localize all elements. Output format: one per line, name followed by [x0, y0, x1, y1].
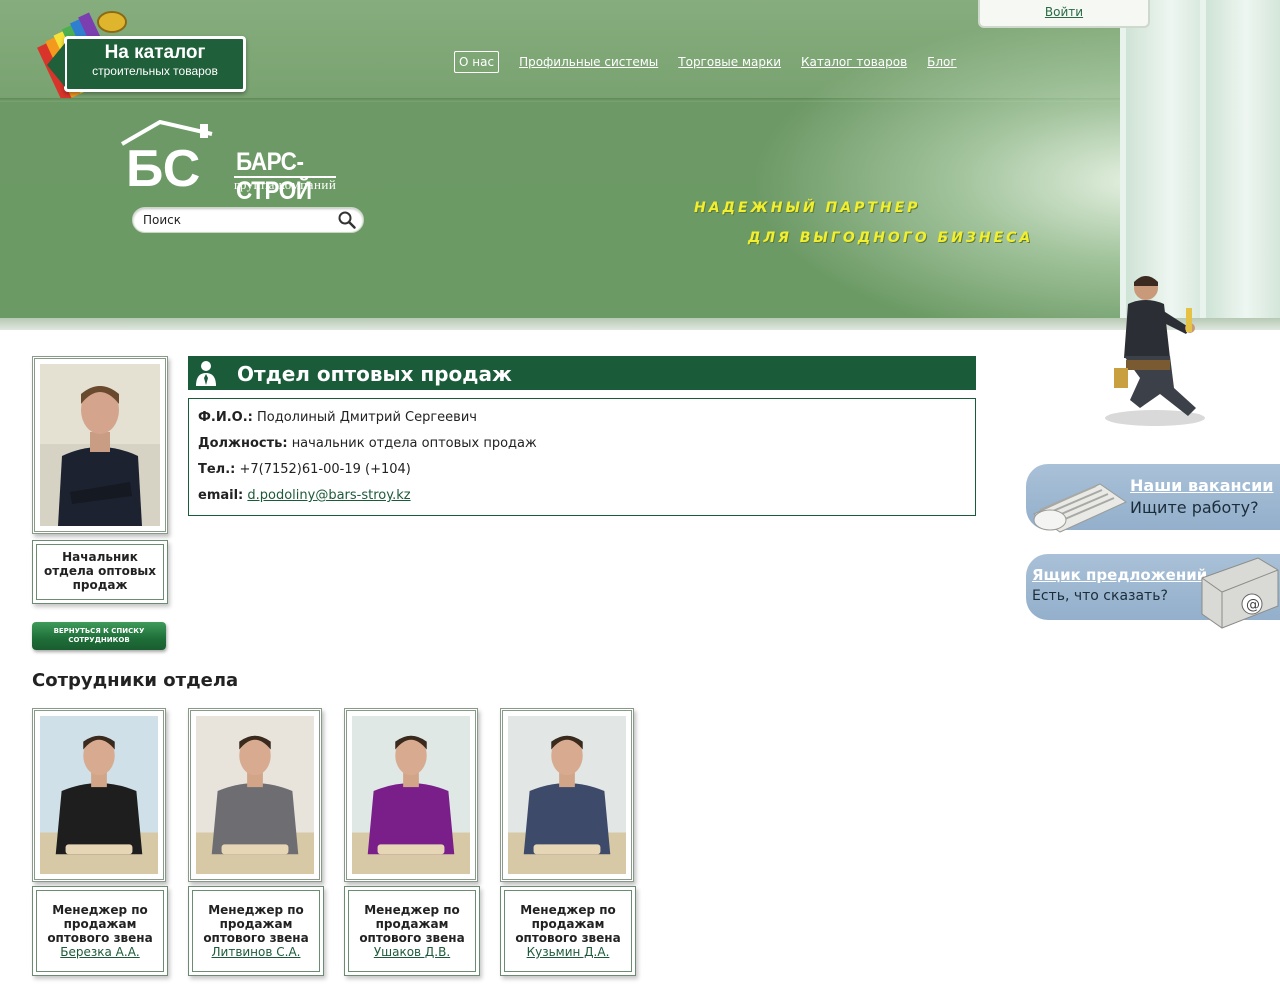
catalog-sign-subtitle: строительных товаров [92, 64, 218, 78]
search-box [132, 207, 364, 233]
staff-name-link[interactable]: Березка А.А. [39, 945, 161, 959]
info-label-position: Должность: [198, 436, 288, 451]
svg-text:@: @ [1246, 597, 1260, 613]
head-photo-frame [32, 356, 168, 534]
suggestions-desc: Есть, что сказать? [1032, 588, 1168, 604]
info-row-position: Должность: начальник отдела оптовых прод… [198, 435, 537, 453]
info-email-link[interactable]: d.podoliny@bars-stroy.kz [247, 488, 410, 503]
search-input[interactable] [143, 211, 333, 228]
staff-photo [508, 716, 626, 874]
staff-caption: Менеджер по продажам оптового звена Ушако… [344, 886, 480, 976]
vacancies-desc: Ищите работу? [1130, 498, 1259, 517]
search-icon[interactable] [337, 210, 357, 230]
department-title: Отдел оптовых продаж [237, 362, 512, 386]
staff-photo-frame[interactable] [32, 708, 166, 882]
suggestions-link[interactable]: Ящик предложений [1032, 566, 1207, 584]
staff-photo [196, 716, 314, 874]
head-position-text: Начальник отдела оптовых продаж [43, 550, 156, 592]
info-value-phone: +7(7152)61-00-19 (+104) [239, 462, 411, 477]
staff-name-link[interactable]: Кузьмин Д.А. [507, 945, 629, 959]
head-photo [40, 364, 160, 526]
staff-name-link[interactable]: Литвинов С.А. [195, 945, 317, 959]
nav-item-brands[interactable]: Торговые марки [678, 55, 781, 69]
staff-role: Менеджер по продажам оптового звена [47, 903, 153, 945]
portrait-image [40, 364, 160, 526]
back-to-staff-list-button[interactable]: вернуться к списку сотрудников [32, 622, 166, 650]
staff-portrait-image [352, 716, 470, 874]
logo-company-subtitle: группа компаний [234, 176, 337, 192]
staff-portrait-image [40, 716, 158, 874]
newspaper-icon [1032, 483, 1128, 533]
staff-caption: Менеджер по продажам оптового звена Кузьм… [500, 886, 636, 976]
staff-caption: Менеджер по продажам оптового звена Берез… [32, 886, 168, 976]
info-label-phone: Тел.: [198, 462, 236, 477]
employee-info-box: Ф.И.О.: Подолиный Дмитрий Сергеевич Долж… [188, 398, 976, 516]
company-logo[interactable]: БС БАРС-СТРОЙ группа компаний [120, 120, 370, 205]
site-header: На каталог строительных товаров Войти О … [0, 0, 1280, 330]
arrow-left-icon [47, 43, 65, 87]
worker-illustration [1105, 276, 1205, 426]
info-row-phone: Тел.: +7(7152)61-00-19 (+104) [198, 461, 411, 479]
person-tie-icon [196, 361, 216, 386]
staff-portrait-image [508, 716, 626, 874]
window-right [1200, 0, 1280, 330]
info-label-name: Ф.И.О.: [198, 410, 253, 425]
info-value-name: Подолиный Дмитрий Сергеевич [256, 410, 477, 425]
catalog-sign-title: На каталог [104, 42, 206, 63]
staff-photo-frame[interactable] [188, 708, 322, 882]
slogan-line-2: для выгодного бизнеса [748, 230, 1034, 246]
top-navigation: О нас Профильные системы Торговые марки … [454, 48, 957, 76]
staff-name-link[interactable]: Ушаков Д.В. [351, 945, 473, 959]
staff-photo-frame[interactable] [500, 708, 634, 882]
staff-portrait-image [196, 716, 314, 874]
vacancies-card[interactable]: Наши вакансии Ищите работу? [1026, 464, 1280, 533]
slogan-line-1: надежный партнер [694, 200, 921, 216]
logo-monogram: БС [126, 140, 200, 192]
staff-photo [40, 716, 158, 874]
info-row-name: Ф.И.О.: Подолиный Дмитрий Сергеевич [198, 409, 477, 427]
nav-item-blog[interactable]: Блог [927, 55, 957, 69]
staff-caption: Менеджер по продажам оптового звена Литви… [188, 886, 324, 976]
staff-photo [352, 716, 470, 874]
info-label-email: email: [198, 488, 244, 503]
staff-heading: Сотрудники отдела [32, 670, 239, 691]
info-row-email: email: d.podoliny@bars-stroy.kz [198, 487, 411, 505]
staff-role: Менеджер по продажам оптового звена [359, 903, 465, 945]
nav-item-profile-systems[interactable]: Профильные системы [519, 55, 658, 69]
catalog-link-sign[interactable]: На каталог строительных товаров [47, 36, 246, 92]
department-title-bar: Отдел оптовых продаж [188, 356, 976, 390]
vacancies-link[interactable]: Наши вакансии [1130, 476, 1274, 495]
suggestions-card[interactable]: Ящик предложений Есть, что сказать? @ [1026, 554, 1280, 629]
nav-item-catalog[interactable]: Каталог товаров [801, 55, 907, 69]
floor-line [0, 318, 1280, 330]
staff-role: Менеджер по продажам оптового звена [515, 903, 621, 945]
nav-item-about[interactable]: О нас [454, 51, 500, 73]
login-link[interactable]: Войти [1045, 5, 1083, 19]
mailbox-icon: @ [1201, 557, 1279, 629]
login-tab: Войти [978, 0, 1150, 28]
head-position-caption: Начальник отдела оптовых продаж [32, 540, 168, 604]
house-logo-icon: БС [120, 120, 213, 192]
staff-photo-frame[interactable] [344, 708, 478, 882]
info-value-position: начальник отдела оптовых продаж [291, 436, 537, 451]
staff-role: Менеджер по продажам оптового звена [203, 903, 309, 945]
